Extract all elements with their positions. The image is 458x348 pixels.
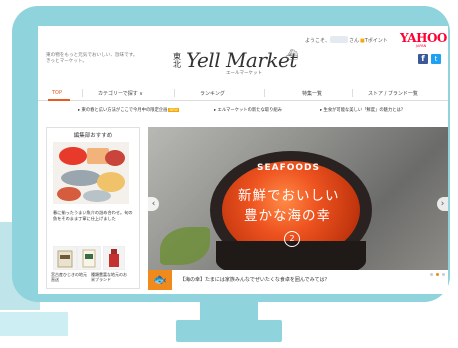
hero-carousel[interactable]: SEAFOODS 新鮮でおいしい 豊かな海の幸 2 ‹ › [148,127,448,270]
nav-separator [174,89,175,97]
facebook-icon[interactable]: f [418,54,428,64]
leaf-decoration [160,227,210,265]
welcome-text: ようこそ、 [305,38,331,44]
bottle-illustration [109,249,119,267]
rice-bag-illustration [82,249,96,268]
seafood-platter-image[interactable] [53,142,129,204]
editor-pick-caption[interactable]: 春に揃ったうまい魚介の詰め合わせ。旬の魚をそのまま丁寧に仕上げました [53,210,133,221]
nav-separator [82,89,83,97]
rice-product-thumb[interactable] [77,246,101,270]
slide-kicker: SEAFOODS [257,163,320,173]
prev-slide-arrow[interactable]: ‹ [148,197,159,211]
nav-stores[interactable]: ストア / ブランド一覧 [368,90,418,97]
news-ticker: ▸ 東の春と広い方法がここで今月中の限定企画 NEW ▸ エルマーケットの新たな取… [38,106,448,114]
new-badge: NEW [168,108,179,112]
nav-separator [352,89,353,97]
nav-separator [264,89,265,97]
hijiki-caption[interactable]: 宮古産ひじきの地元直送 [51,272,87,282]
nav-top[interactable]: TOP [52,90,62,96]
site-logo[interactable]: Yell Market [186,48,297,72]
monitor-frame: 東の物をもっと元気でおいしい、旨味です。きっとマーケット。 東北 Yell Ma… [12,6,450,302]
next-slide-arrow[interactable]: › [437,197,448,211]
news-item-text: 生食が可能な美しい「鮮度」の魅力とは？ [323,108,406,113]
hijiki-product-thumb[interactable] [53,246,77,270]
bottle-product-thumb[interactable] [103,246,125,270]
logo-kanji: 東北 [173,52,181,69]
fish-icon: 🐟 [148,270,172,290]
nav-active-indicator [48,99,70,101]
yahoo-logo[interactable]: YAHOO! [400,31,448,45]
username-placeholder [330,36,348,43]
nav-ranking[interactable]: ランキング [200,90,225,97]
main-nav: TOP カテゴリーで探す ∨ ランキング 特集一覧 ストア / ブランド一覧 [38,86,448,101]
monitor-neck [200,300,258,322]
news-item[interactable]: ▸ 生食が可能な美しい「鮮度」の魅力とは？ [320,107,405,113]
slide-number-badge: 2 [284,231,300,247]
carousel-dot-active[interactable] [436,273,439,276]
t-point-label: Tポイント [364,38,388,44]
yahoo-japan-label: JAPAN [416,44,427,48]
news-item-text: エルマーケットの新たな取り組み [217,108,282,113]
ship-icon: ⛴ [286,50,299,61]
logo-subtitle: エールマーケット [226,71,262,76]
monitor-stand [176,320,282,342]
nav-category[interactable]: カテゴリーで探す ∨ [98,90,143,97]
slide-headline-2: 豊かな海の幸 [244,208,331,224]
slide-caption-bar[interactable]: 🐟 【海の幸】たまには家族みんなでぜいたくな食卓を囲んでみては？ [148,270,448,290]
background-decoration-bottom [0,312,68,336]
hijiki-package-illustration [57,250,73,268]
news-item-text: 東の春と広い方法がここで今月中の限定企画 [81,108,168,113]
carousel-dot[interactable] [442,273,445,276]
twitter-icon[interactable]: t [431,54,441,64]
seafood-platter-illustration [53,142,129,204]
site-tagline: 東の物をもっと元気でおいしい、旨味です。きっとマーケット。 [46,53,138,64]
slide-caption-text: 【海の幸】たまには家族みんなでぜいたくな食卓を囲んでみては？ [180,277,330,283]
rice-caption[interactable]: 種類豊富な地元のお米ブランド [91,272,127,282]
editor-picks-panel: 編集部おすすめ 春に揃ったうまい魚介の詰め合わせ。旬の魚をそのまま丁寧に仕上げま… [46,127,140,289]
editor-picks-title: 編集部おすすめ [73,133,113,139]
nav-features[interactable]: 特集一覧 [302,90,322,97]
slide-headline: 新鮮でおいしい [238,188,340,204]
t-point-link[interactable]: ■Tポイント [360,37,388,44]
news-item[interactable]: ▸ エルマーケットの新たな取り組み [214,107,282,113]
carousel-dot[interactable] [430,273,433,276]
browser-screen: 東の物をもっと元気でおいしい、旨味です。きっとマーケット。 東北 Yell Ma… [38,26,448,294]
honorific-text: さん [349,38,360,44]
news-item[interactable]: ▸ 東の春と広い方法がここで今月中の限定企画 NEW [78,107,179,113]
